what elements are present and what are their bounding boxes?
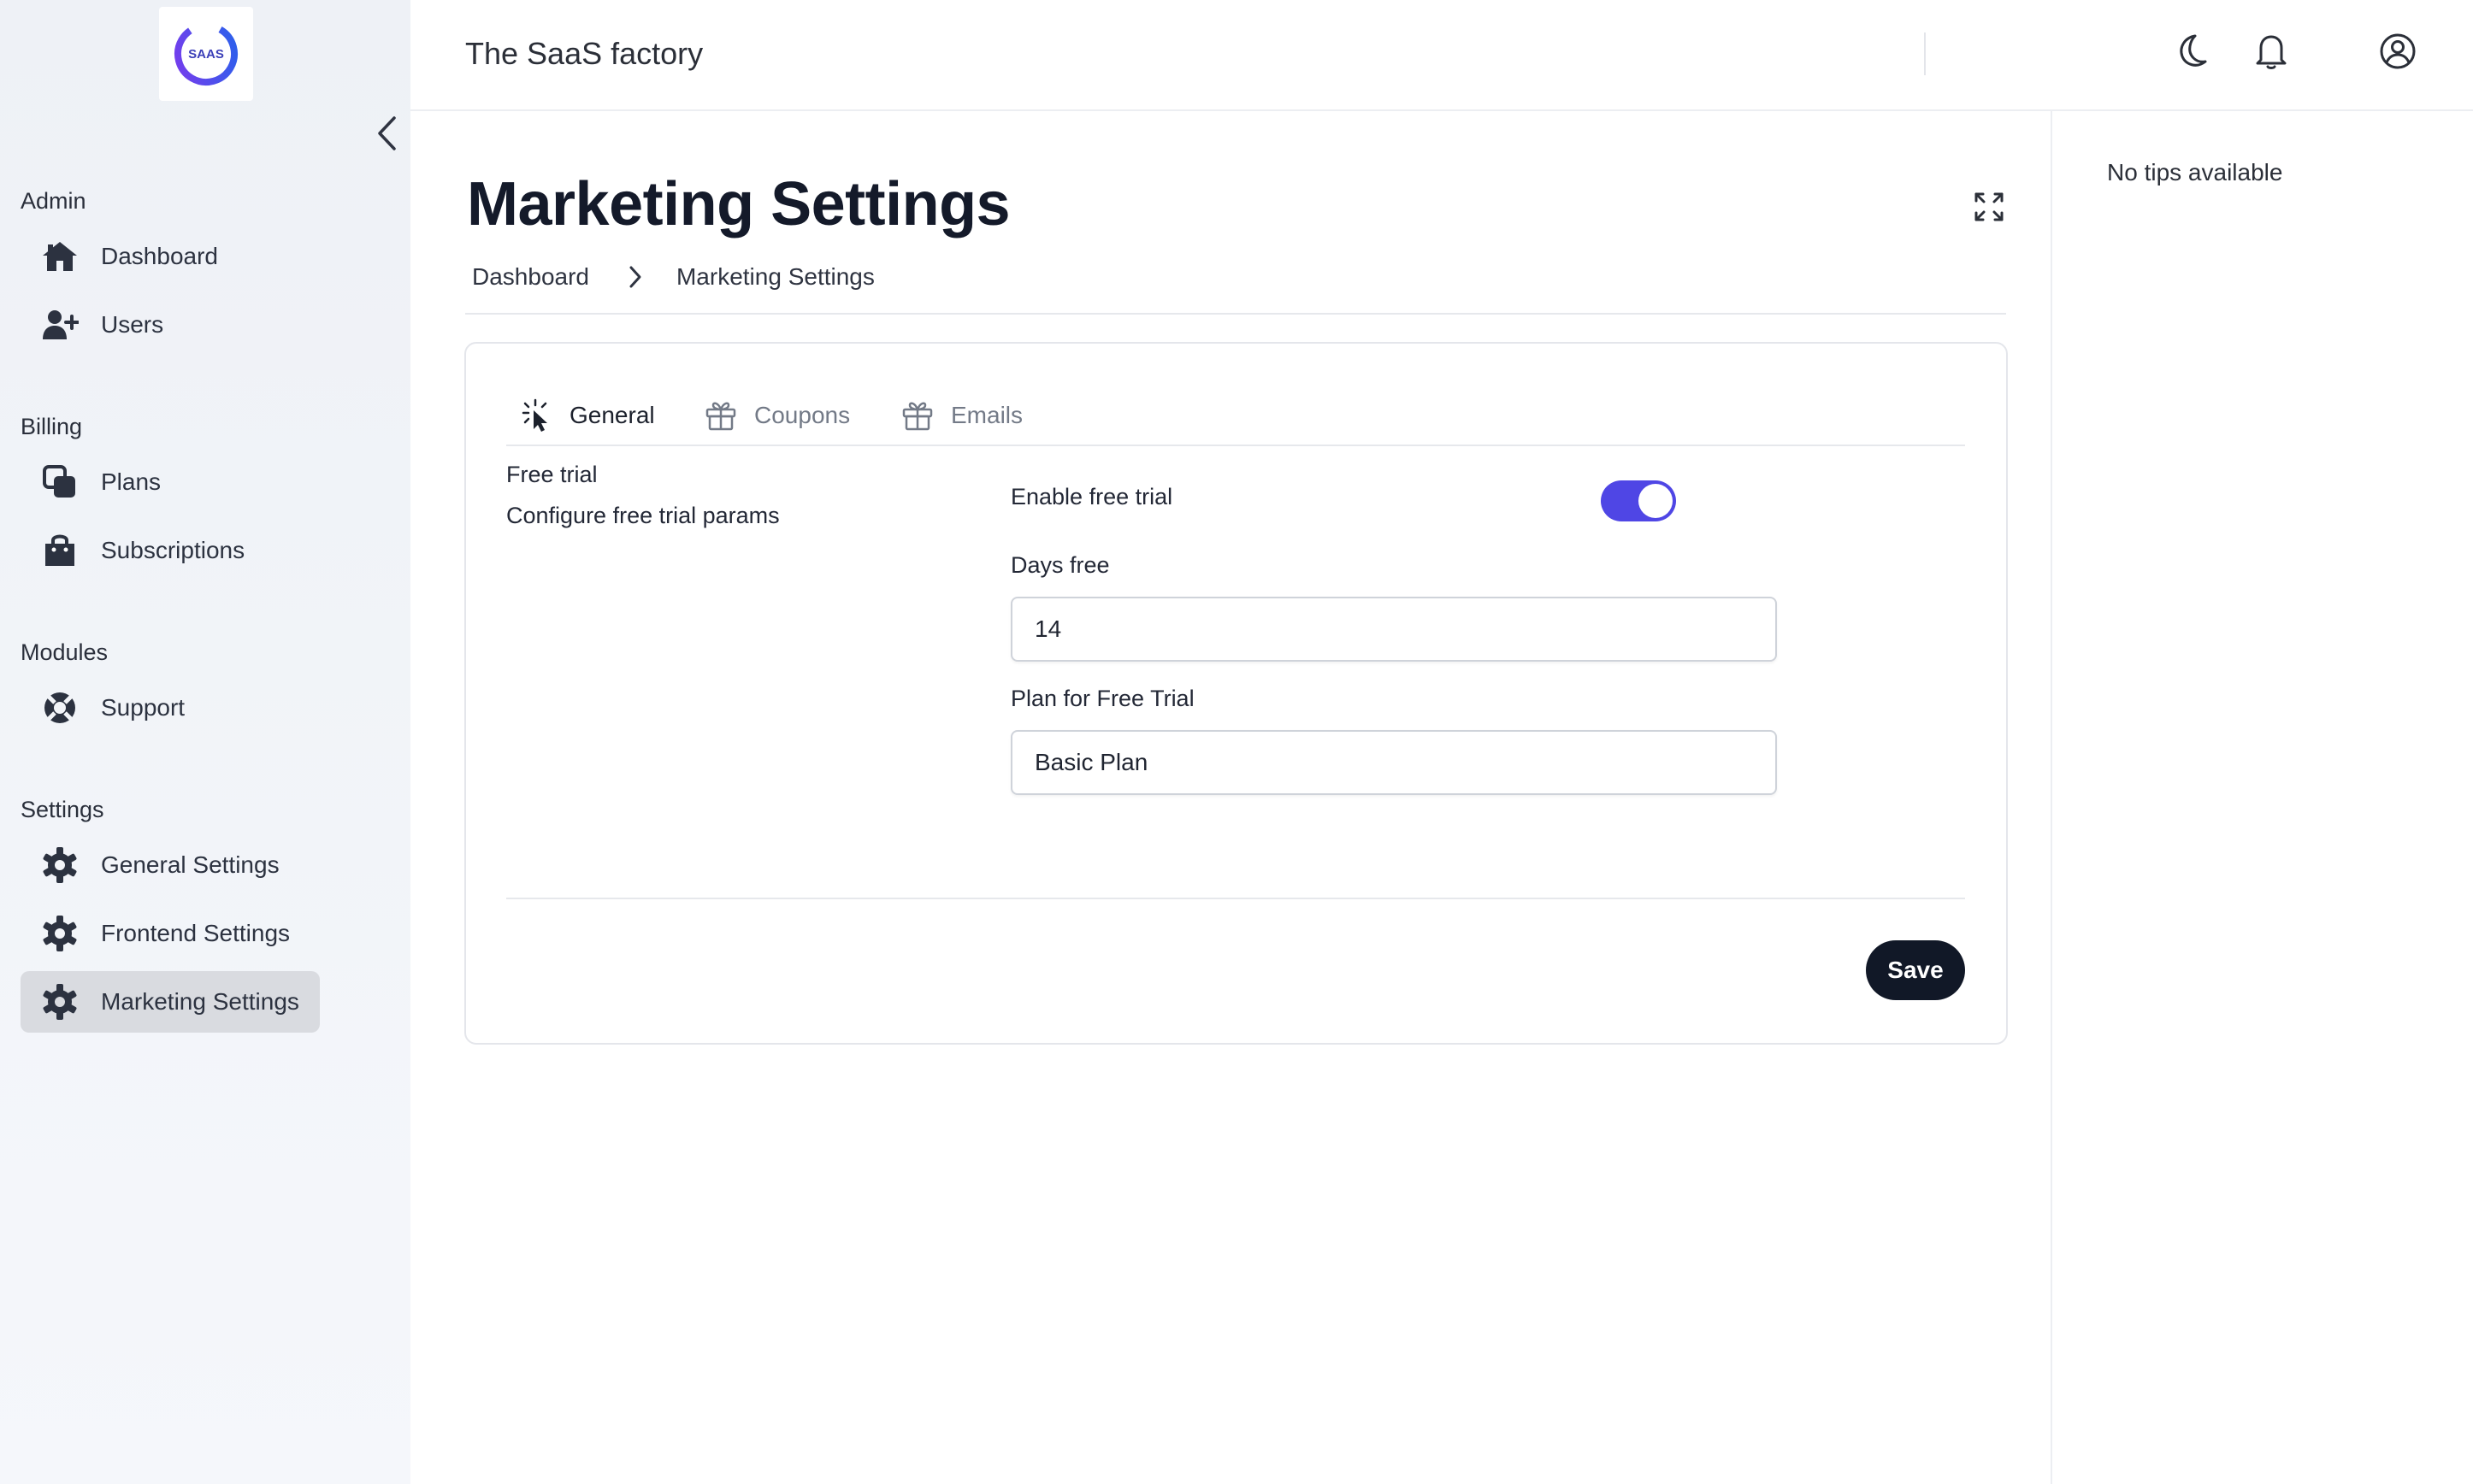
sidebar-item-users[interactable]: Users [21,294,184,356]
plan-free-trial-label: Plan for Free Trial [1011,686,1195,711]
chevron-left-icon [378,116,396,150]
fullscreen-button[interactable] [1967,186,2011,227]
nav-section-billing: Billing [21,414,83,439]
page-title: Marketing Settings [467,170,1011,238]
sidebar-item-plans[interactable]: Plans [21,451,181,513]
app-title: The SaaS factory [465,36,704,71]
tab-general[interactable]: General [522,392,655,439]
house-icon [41,238,79,275]
tab-label: Coupons [754,402,851,428]
tab-emails[interactable]: Emails [901,392,1023,439]
gear-icon [41,846,79,884]
notifications-button[interactable] [2246,26,2297,77]
tips-text: No tips available [2107,159,2283,186]
sidebar-item-label: Dashboard [101,243,218,269]
nav-section-admin: Admin [21,188,86,214]
enable-free-trial-label: Enable free trial [1011,484,1173,509]
tab-label: Emails [951,402,1024,428]
sidebar-item-label: Plans [101,468,162,495]
gift-icon [902,402,933,431]
sidebar-item-label: Subscriptions [101,537,245,563]
user-menu-button[interactable] [2372,26,2423,77]
save-button[interactable]: Save [1866,940,1965,1000]
chevron-right-icon [629,265,642,289]
plan-free-trial-input[interactable] [1011,730,1777,795]
sidebar-item-label: Frontend Settings [101,920,291,946]
nav-section-modules: Modules [21,639,109,665]
sidebar: SAAS Admin Dashboard Users Billing Plans… [0,0,410,1484]
breadcrumb-current: Marketing Settings [676,263,875,290]
settings-card [464,342,2008,1045]
dark-mode-toggle[interactable] [2165,26,2216,77]
app-logo[interactable]: SAAS [159,7,253,101]
section-title: Free trial [506,462,598,487]
title-divider [465,313,2006,315]
expand-icon [1974,192,2004,221]
sidebar-item-label: Support [101,694,186,721]
sidebar-item-subscriptions[interactable]: Subscriptions [21,520,265,581]
section-description: Configure free trial params [506,503,780,528]
bell-icon [2256,35,2287,69]
breadcrumb: Dashboard Marketing Settings [472,262,875,292]
shopping-bag-icon [41,532,79,569]
saas-logo-icon: SAAS [174,22,238,85]
tab-label: General [570,402,655,428]
tips-panel: No tips available [2051,111,2473,1484]
moon-icon [2180,34,2207,67]
user-circle-icon [2380,33,2416,69]
days-free-label: Days free [1011,552,1110,578]
toggle-knob [1638,484,1673,518]
header-divider [1924,32,1926,75]
sidebar-collapse-button[interactable] [368,113,405,154]
breadcrumb-dashboard-link[interactable]: Dashboard [472,263,589,291]
sidebar-item-frontend-settings[interactable]: Frontend Settings [21,903,310,964]
gear-icon [41,983,79,1021]
sidebar-item-label: General Settings [101,851,280,878]
sidebar-item-label: Marketing Settings [101,988,299,1015]
card-divider [506,898,1965,899]
sidebar-item-general-settings[interactable]: General Settings [21,834,300,896]
sidebar-item-label: Users [101,311,164,338]
top-header: The SaaS factory [410,0,2473,111]
enable-free-trial-toggle[interactable] [1601,480,1676,521]
life-ring-icon [41,689,79,727]
gift-icon [705,402,736,431]
sidebar-item-dashboard[interactable]: Dashboard [21,226,239,287]
sidebar-item-marketing-settings[interactable]: Marketing Settings [21,971,320,1033]
days-free-input[interactable] [1011,597,1777,662]
logo-text: SAAS [188,47,224,62]
sparkle-cursor-icon [522,398,547,432]
tab-coupons[interactable]: Coupons [705,392,850,439]
copy-icon [41,463,79,501]
gear-icon [41,915,79,952]
nav-section-settings: Settings [21,797,104,822]
user-plus-icon [41,306,79,344]
settings-tabs: General Coupons Emails [506,392,1965,446]
sidebar-item-support[interactable]: Support [21,677,205,739]
